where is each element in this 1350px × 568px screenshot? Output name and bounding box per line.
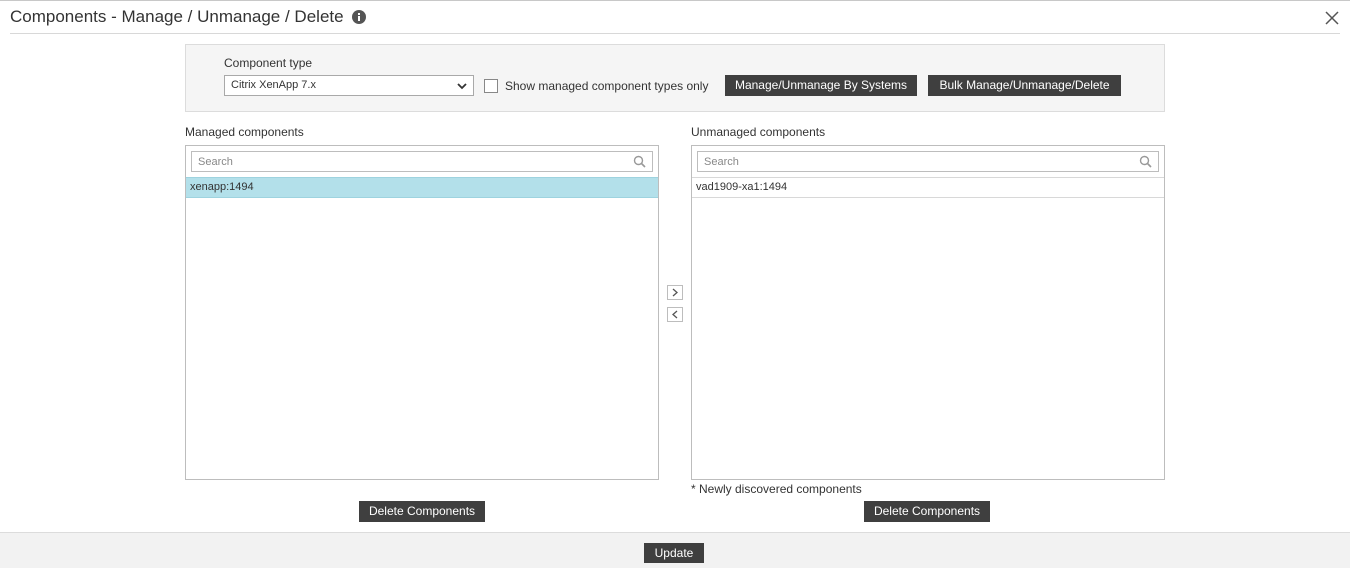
managed-components-list[interactable]: xenapp:1494 <box>185 145 659 480</box>
chevron-right-icon <box>672 288 678 297</box>
delete-unmanaged-button[interactable]: Delete Components <box>864 501 990 522</box>
unmanaged-components-label: Unmanaged components <box>691 125 826 139</box>
close-icon[interactable] <box>1325 11 1339 25</box>
chevron-down-icon <box>457 83 467 90</box>
search-icon[interactable] <box>1139 155 1152 168</box>
component-type-select[interactable]: Citrix XenApp 7.x <box>224 75 474 96</box>
dialog-header: Components - Manage / Unmanage / Delete <box>0 0 1350 34</box>
component-type-selected-value: Citrix XenApp 7.x <box>231 79 316 91</box>
newly-discovered-note: * Newly discovered components <box>691 482 862 496</box>
unmanaged-components-list[interactable]: vad1909-xa1:1494 <box>691 145 1165 480</box>
unmanaged-list-item[interactable]: vad1909-xa1:1494 <box>692 177 1164 198</box>
managed-components-label: Managed components <box>185 125 304 139</box>
delete-managed-button[interactable]: Delete Components <box>359 501 485 522</box>
unmanaged-search-field[interactable] <box>697 151 1159 172</box>
update-button[interactable]: Update <box>644 543 704 563</box>
managed-search-input[interactable] <box>192 152 652 172</box>
manage-by-systems-button[interactable]: Manage/Unmanage By Systems <box>725 75 917 96</box>
move-left-button[interactable] <box>667 307 683 322</box>
show-managed-checkbox[interactable] <box>484 79 498 93</box>
unmanaged-search-input[interactable] <box>698 152 1158 172</box>
dialog-title: Components - Manage / Unmanage / Delete <box>10 7 344 26</box>
chevron-left-icon <box>672 310 678 319</box>
search-icon[interactable] <box>633 155 646 168</box>
header-divider <box>10 33 1340 34</box>
managed-search-field[interactable] <box>191 151 653 172</box>
bulk-manage-button[interactable]: Bulk Manage/Unmanage/Delete <box>928 75 1121 96</box>
managed-list-item[interactable]: xenapp:1494 <box>186 177 658 198</box>
move-right-button[interactable] <box>667 285 683 300</box>
component-type-label: Component type <box>224 56 313 70</box>
show-managed-label: Show managed component types only <box>505 79 709 93</box>
info-circle-icon[interactable] <box>352 10 366 24</box>
